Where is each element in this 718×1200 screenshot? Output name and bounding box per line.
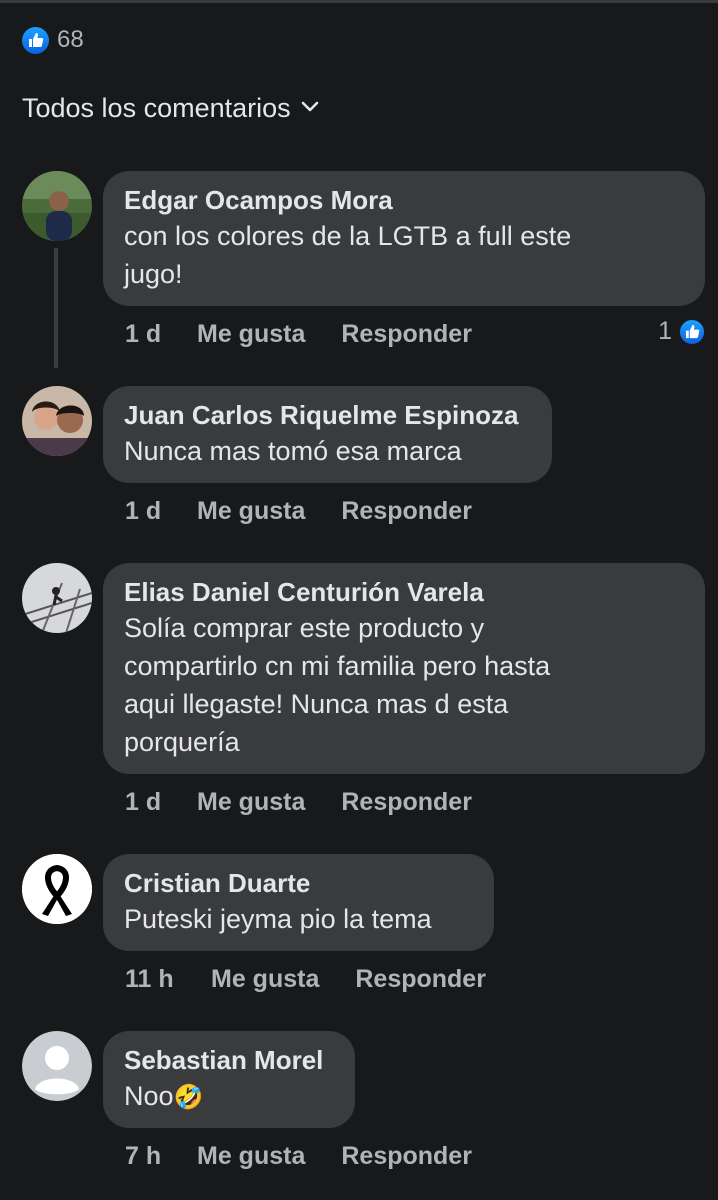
comment: Cristian Duarte Puteski jeyma pio la tem… <box>22 854 706 1004</box>
reply-button[interactable]: Responder <box>341 497 472 526</box>
comment-actions: 1 d Me gusta Responder <box>125 497 472 526</box>
comment-reaction-count[interactable]: 1 <box>658 317 706 346</box>
comment-text-line: porquería <box>124 727 240 757</box>
like-icon <box>22 26 49 54</box>
comment-time[interactable]: 7 h <box>125 1142 197 1171</box>
comment-actions: 11 h Me gusta Responder <box>125 965 486 994</box>
reply-button[interactable]: Responder <box>341 1142 472 1171</box>
comment-time[interactable]: 1 d <box>125 497 197 526</box>
comment-bubble: Juan Carlos Riquelme Espinoza Nunca mas … <box>103 386 552 483</box>
comment-text: Noo <box>124 1081 174 1111</box>
comment: Edgar Ocampos Mora con los colores de la… <box>22 171 706 371</box>
comment-actions: 1 d Me gusta Responder <box>125 320 472 349</box>
like-icon <box>678 317 706 346</box>
like-button[interactable]: Me gusta <box>197 1142 305 1171</box>
top-divider <box>0 0 718 3</box>
comment-time[interactable]: 1 d <box>125 788 197 817</box>
comment-bubble: Sebastian Morel Noo🤣 <box>103 1031 355 1128</box>
reply-button[interactable]: Responder <box>341 788 472 817</box>
comment-bubble: Cristian Duarte Puteski jeyma pio la tem… <box>103 854 494 951</box>
sort-label: Todos los comentarios <box>22 93 291 123</box>
rofl-emoji-icon: 🤣 <box>173 1084 204 1111</box>
comment-text-line: Noo🤣 <box>124 1077 335 1117</box>
reply-button[interactable]: Responder <box>341 320 472 349</box>
comment-text-line: Solía comprar este producto y <box>124 613 485 643</box>
avatar[interactable] <box>22 1031 92 1101</box>
reaction-count: 68 <box>57 26 84 53</box>
comment-author[interactable]: Sebastian Morel <box>124 1043 335 1077</box>
comment-author[interactable]: Juan Carlos Riquelme Espinoza <box>124 398 532 432</box>
comment-bubble: Edgar Ocampos Mora con los colores de la… <box>103 171 705 306</box>
comment: Sebastian Morel Noo🤣 7 h Me gusta Respon… <box>22 1031 706 1181</box>
comment-sort-dropdown[interactable]: Todos los comentarios <box>22 93 319 124</box>
comment-text-line: compartirlo cn mi familia pero hasta <box>124 651 551 681</box>
chevron-down-icon <box>301 100 319 118</box>
comment: Juan Carlos Riquelme Espinoza Nunca mas … <box>22 386 706 546</box>
reaction-count-number: 1 <box>658 317 672 345</box>
comment-author[interactable]: Edgar Ocampos Mora <box>124 183 685 217</box>
like-button[interactable]: Me gusta <box>197 320 305 349</box>
comment-actions: 7 h Me gusta Responder <box>125 1142 472 1171</box>
reply-button[interactable]: Responder <box>355 965 486 994</box>
avatar[interactable] <box>22 171 92 241</box>
like-button[interactable]: Me gusta <box>197 497 305 526</box>
like-button[interactable]: Me gusta <box>197 788 305 817</box>
comment-actions: 1 d Me gusta Responder <box>125 788 472 817</box>
avatar[interactable] <box>22 854 92 924</box>
avatar[interactable] <box>22 563 92 633</box>
comment-author[interactable]: Elias Daniel Centurión Varela <box>124 575 685 609</box>
comment-text-line: con los colores de la LGTB a full este <box>124 221 572 251</box>
avatar[interactable] <box>22 386 92 456</box>
comment-text-line: aqui llegaste! Nunca mas d esta <box>124 689 509 719</box>
comment-time[interactable]: 11 h <box>125 965 211 994</box>
comment-bubble: Elias Daniel Centurión Varela Solía comp… <box>103 563 705 774</box>
comment-author[interactable]: Cristian Duarte <box>124 866 474 900</box>
comment-time[interactable]: 1 d <box>125 320 197 349</box>
comment-text-line: Nunca mas tomó esa marca <box>124 436 462 466</box>
comment: Elias Daniel Centurión Varela Solía comp… <box>22 563 706 823</box>
reactions-summary[interactable]: 68 <box>22 26 84 54</box>
like-button[interactable]: Me gusta <box>211 965 319 994</box>
comment-text-line: Puteski jeyma pio la tema <box>124 904 432 934</box>
comment-text-line: jugo! <box>124 259 183 289</box>
